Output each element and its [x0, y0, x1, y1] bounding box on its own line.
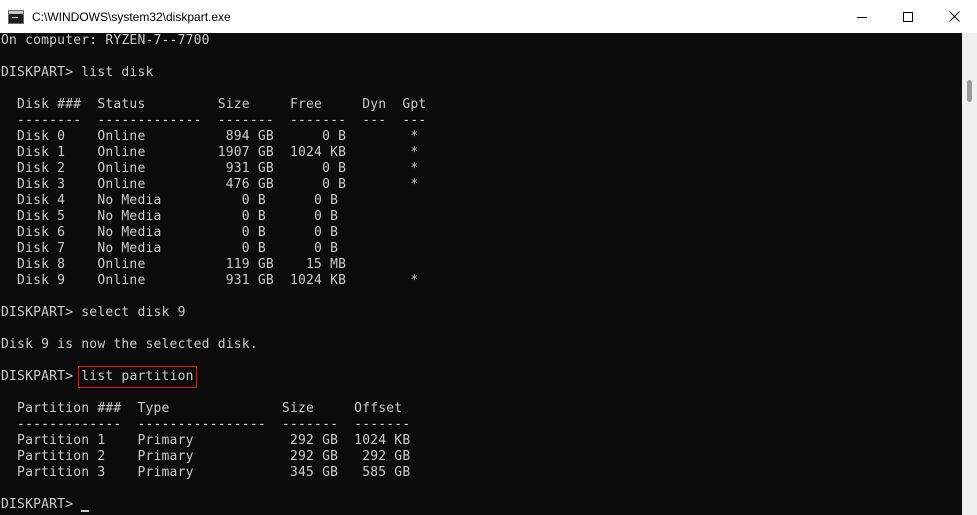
scrollbar-thumb[interactable]: [967, 80, 972, 102]
close-button[interactable]: [931, 0, 977, 33]
console-line-final: DISKPART>: [0, 497, 962, 513]
command-prompt: DISKPART>: [1, 369, 82, 384]
minimize-icon: [857, 16, 867, 18]
console-line: Partition 3 Primary 345 GB 585 GB: [1, 465, 411, 480]
console-line: Disk 3 Online 476 GB 0 B *: [1, 177, 419, 192]
console-line: Disk ### Status Size Free Dyn Gpt: [1, 97, 427, 112]
window-controls: [839, 0, 977, 33]
final-prompt: DISKPART>: [1, 497, 82, 512]
console-line: DISKPART> list disk: [1, 65, 154, 80]
console-window: C:\WINDOWS\system32\diskpart.exe On comp…: [0, 0, 977, 515]
console-line: Disk 0 Online 894 GB 0 B *: [1, 129, 419, 144]
console-output[interactable]: On computer: RYZEN-7--7700 DISKPART> list…: [0, 33, 962, 515]
console-line: Disk 4 No Media 0 B 0 B: [1, 193, 339, 208]
console-line: Disk 1 Online 1907 GB 1024 KB *: [1, 145, 419, 160]
console-lines-bottom: Partition ### Type Size Offset ---------…: [0, 385, 962, 497]
console-line: Disk 2 Online 931 GB 0 B *: [1, 161, 419, 176]
console-line: Disk 9 is now the selected disk.: [1, 337, 258, 352]
console-app-icon: [8, 9, 24, 24]
maximize-icon: [903, 11, 913, 22]
highlighted-command: list partition: [78, 366, 197, 388]
console-line: Disk 9 Online 931 GB 1024 KB *: [1, 273, 419, 288]
text-cursor: [81, 510, 90, 512]
console-line: Partition ### Type Size Offset: [1, 401, 403, 416]
console-line: On computer: RYZEN-7--7700: [1, 33, 210, 48]
title-bar[interactable]: C:\WINDOWS\system32\diskpart.exe: [0, 0, 977, 33]
console-line-command: DISKPART> list partition: [0, 366, 962, 388]
maximize-button[interactable]: [885, 0, 931, 33]
console-line: -------- ------------- ------- ------- -…: [1, 113, 427, 128]
console-line: Disk 7 No Media 0 B 0 B: [1, 241, 339, 256]
console-line: ------------- ---------------- ------- -…: [1, 417, 411, 432]
console-line: Disk 5 No Media 0 B 0 B: [1, 209, 339, 224]
minimize-button[interactable]: [839, 0, 885, 33]
vertical-scrollbar[interactable]: [962, 33, 977, 515]
console-line: Partition 2 Primary 292 GB 292 GB: [1, 449, 411, 464]
console-line: DISKPART> select disk 9: [1, 305, 186, 320]
close-icon: [948, 11, 960, 22]
console-line: Disk 8 Online 119 GB 15 MB: [1, 257, 347, 272]
console-lines-top: On computer: RYZEN-7--7700 DISKPART> list…: [0, 33, 962, 369]
console-line: Disk 6 No Media 0 B 0 B: [1, 225, 339, 240]
console-line: Partition 1 Primary 292 GB 1024 KB: [1, 433, 411, 448]
window-title: C:\WINDOWS\system32\diskpart.exe: [32, 9, 231, 24]
